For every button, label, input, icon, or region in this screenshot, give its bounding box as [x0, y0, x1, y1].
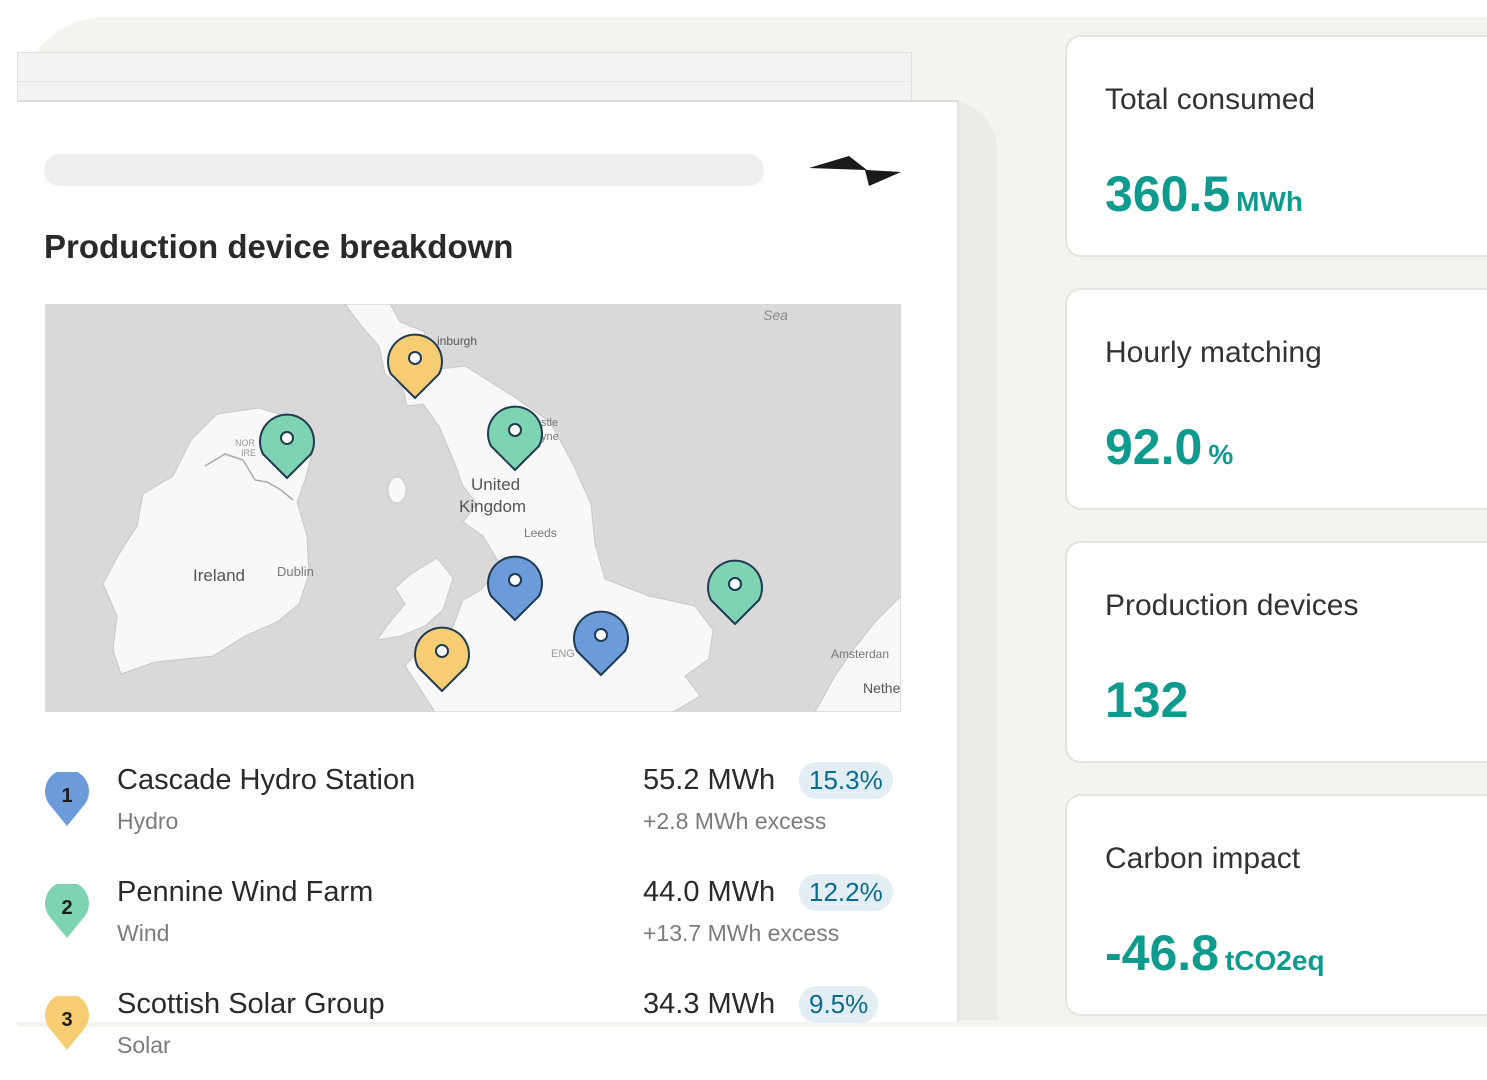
- label-newcastle-2: yne: [541, 431, 559, 443]
- section-title: Production device breakdown: [44, 228, 514, 265]
- device-index: 2: [61, 897, 72, 919]
- stat-value: 360.5: [1105, 166, 1231, 222]
- device-percent-badge: 9.5%: [799, 986, 879, 1023]
- stat-value: -46.8: [1105, 925, 1219, 981]
- label-ni-1: NOR: [235, 438, 256, 448]
- device-name: Cascade Hydro Station: [117, 764, 416, 796]
- device-marker-icon: 1: [45, 772, 89, 826]
- device-excess: +13.7 MWh excess: [643, 920, 840, 946]
- label-uk-1: United: [471, 475, 520, 494]
- device-index: 3: [61, 1009, 72, 1031]
- device-energy: 34.3 MWh: [643, 988, 776, 1020]
- search-bar[interactable]: [44, 154, 764, 186]
- stat-value-line: 360.5 MWh: [1105, 165, 1303, 223]
- label-leeds: Leeds: [524, 526, 557, 540]
- stat-label: Hourly matching: [1105, 336, 1322, 369]
- device-name: Scottish Solar Group: [117, 988, 385, 1020]
- device-index: 1: [61, 785, 72, 807]
- label-england: ENG: [551, 648, 575, 660]
- device-marker-icon: 3: [45, 996, 89, 1050]
- device-percent-badge: 15.3%: [799, 762, 893, 799]
- stat-card: Carbon impact -46.8 tCO2eq: [1065, 794, 1487, 1016]
- device-marker-icon: 2: [45, 884, 89, 938]
- device-energy: 44.0 MWh: [643, 876, 776, 908]
- stat-label: Production devices: [1105, 589, 1359, 622]
- device-row[interactable]: 2 Pennine Wind Farm Wind 44.0 MWh 12.2% +13.7…: [44, 874, 904, 968]
- device-row[interactable]: 3 Scottish Solar Group Solar 34.3 MWh 9.5%: [44, 986, 904, 1080]
- label-edinburgh: inburgh: [437, 334, 477, 348]
- stat-value-line: -46.8 tCO2eq: [1105, 924, 1325, 982]
- stat-label: Total consumed: [1105, 83, 1316, 116]
- production-map[interactable]: Sea inburgh stle yne United Kingdom Leed…: [45, 304, 901, 712]
- label-netherlands: Nethe: [863, 680, 901, 696]
- label-amsterdam: Amsterdan: [831, 647, 889, 661]
- device-energy: 55.2 MWh: [643, 764, 776, 796]
- stat-label: Carbon impact: [1105, 842, 1301, 875]
- dashboard-window: Production device breakdown Sea inburgh …: [17, 100, 959, 1058]
- device-excess: +2.8 MWh excess: [643, 808, 827, 834]
- label-uk-2: Kingdom: [459, 497, 526, 516]
- stat-value: 132: [1105, 672, 1189, 728]
- brand-logo-icon: [809, 156, 901, 186]
- label-dublin: Dublin: [277, 564, 314, 579]
- stat-value-line: 92.0%: [1105, 418, 1233, 476]
- map-canvas[interactable]: Sea inburgh stle yne United Kingdom Leed…: [45, 304, 901, 712]
- stat-value: 92.0: [1105, 419, 1203, 475]
- label-newcastle-1: stle: [541, 417, 558, 429]
- stat-unit: MWh: [1236, 186, 1303, 217]
- device-type: Hydro: [117, 808, 179, 834]
- stat-value-line: 132: [1105, 671, 1194, 729]
- device-percent-badge: 12.2%: [799, 874, 893, 911]
- stat-card: Production devices 132: [1065, 541, 1487, 763]
- stat-unit: %: [1208, 439, 1234, 470]
- stat-card: Total consumed 360.5 MWh: [1065, 35, 1487, 257]
- device-name: Pennine Wind Farm: [117, 876, 374, 908]
- stat-unit: tCO2eq: [1224, 945, 1325, 976]
- stat-card: Hourly matching 92.0%: [1065, 288, 1487, 510]
- device-type: Wind: [117, 920, 170, 946]
- device-row[interactable]: 1 Cascade Hydro Station Hydro 55.2 MWh 15.3%…: [44, 762, 904, 856]
- device-type: Solar: [117, 1032, 171, 1058]
- label-ireland: Ireland: [193, 566, 245, 585]
- label-ni-2: IRE: [241, 448, 256, 458]
- label-sea: Sea: [763, 307, 788, 323]
